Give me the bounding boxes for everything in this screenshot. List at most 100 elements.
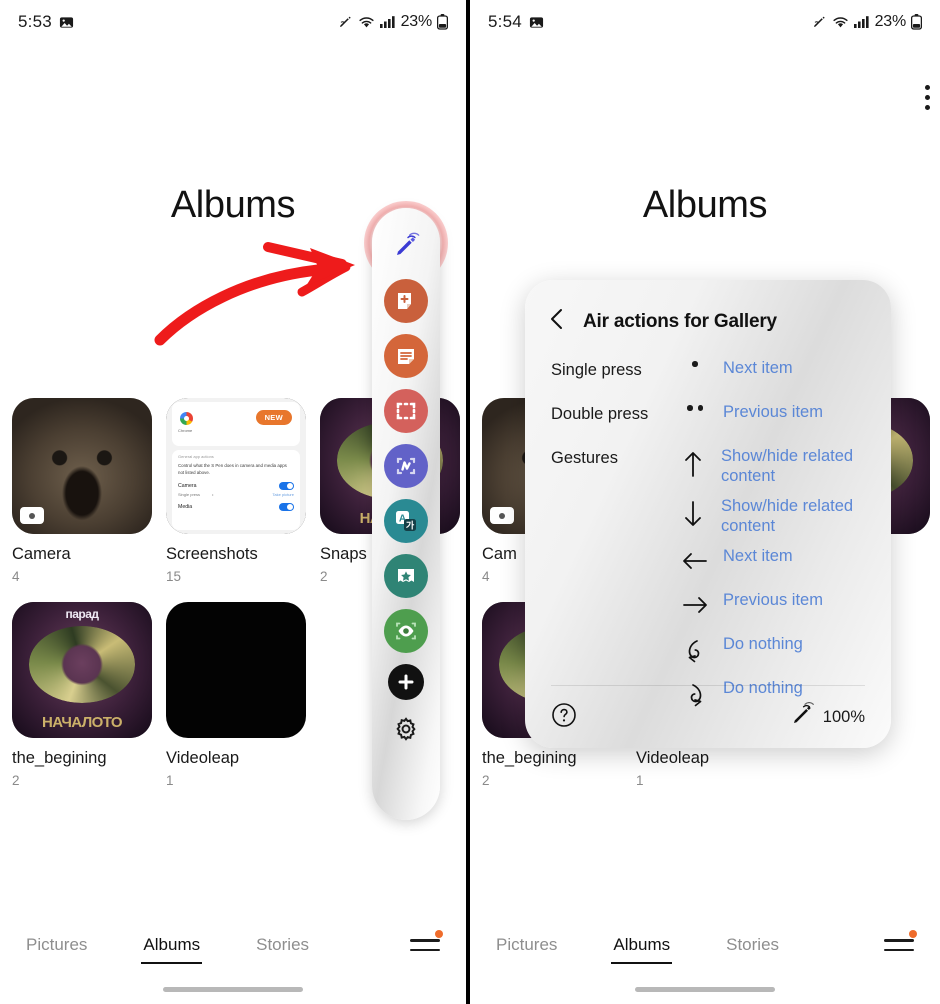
album-item[interactable]: Chrome NEW General app actions Control w…	[166, 398, 306, 584]
air-actions-pen-icon[interactable]	[384, 224, 428, 268]
action-row-gesture-down[interactable]: Show/hide related content	[551, 497, 891, 539]
arrow-up-icon	[666, 447, 721, 479]
album-item[interactable]: Camera 4	[12, 398, 152, 584]
more-options-icon[interactable]	[925, 85, 930, 110]
menu-hamburger-icon[interactable]	[884, 930, 917, 956]
action-value[interactable]: Next item	[723, 547, 793, 567]
help-circle-icon[interactable]	[551, 702, 577, 733]
new-badge: NEW	[255, 410, 292, 425]
action-row-gesture-up[interactable]: Gestures Show/hide related content	[551, 447, 891, 489]
album-count: 1	[636, 773, 644, 788]
create-note-icon[interactable]	[384, 279, 428, 323]
action-row-gesture-right[interactable]: Previous item	[551, 591, 891, 627]
tab-stories[interactable]: Stories	[256, 935, 309, 955]
album-count: 4	[12, 569, 20, 584]
album-thumbnail[interactable]	[166, 602, 306, 738]
smart-select-icon[interactable]	[384, 389, 428, 433]
gallery-icon	[59, 15, 74, 30]
album-name: the_begining	[482, 749, 577, 767]
dragon-poster: парад НАЧАЛОТО	[12, 602, 152, 738]
battery-percent: 23%	[400, 13, 433, 30]
signal-icon	[379, 15, 396, 29]
two-dots-icon	[667, 403, 723, 411]
album-name: the_begining	[12, 749, 107, 767]
chrome-icon	[180, 412, 193, 425]
battery-icon	[436, 14, 449, 30]
arrow-right-icon	[667, 591, 723, 617]
album-thumbnail[interactable]	[12, 398, 152, 534]
translate-icon[interactable]: A 가	[384, 499, 428, 543]
arrow-down-icon	[666, 497, 721, 529]
camera-badge-icon	[20, 507, 44, 524]
wifi-icon	[832, 15, 849, 30]
tab-albums-label: Albums	[143, 935, 201, 954]
page-title: Albums	[642, 184, 768, 226]
dialog-title: Air actions for Gallery	[583, 310, 777, 332]
settings-screenshot-thumb: Chrome NEW General app actions Control w…	[166, 398, 306, 534]
album-thumbnail[interactable]: парад НАЧАЛОТО	[12, 602, 152, 738]
tab-albums[interactable]: Albums	[141, 935, 203, 964]
spen-battery-percent: 100%	[822, 707, 865, 726]
battery-percent: 23%	[874, 13, 907, 30]
action-value[interactable]: Show/hide related content	[721, 447, 891, 487]
tab-stories[interactable]: Stories	[726, 935, 779, 955]
action-label: Double press	[551, 405, 649, 423]
tab-albums[interactable]: Albums	[611, 935, 673, 964]
action-row-double-press[interactable]: Double press Previous item	[551, 403, 891, 439]
menu-notification-dot	[435, 930, 443, 938]
settings-gear-icon[interactable]	[388, 711, 424, 747]
action-value[interactable]: Previous item	[723, 591, 823, 611]
album-count: 2	[12, 773, 20, 788]
tab-pictures[interactable]: Pictures	[26, 935, 87, 955]
album-count: 1	[166, 773, 174, 788]
right-phone-screen: 5:54 23% Albums Cam 4 the_begining 2 Vid…	[470, 0, 940, 1004]
menu-hamburger-icon[interactable]	[410, 930, 443, 956]
status-time: 5:54	[488, 12, 522, 31]
gallery-icon	[529, 15, 544, 30]
one-dot-icon	[667, 359, 723, 367]
action-value[interactable]: Next item	[723, 359, 793, 379]
active-tab-underline	[141, 961, 203, 964]
album-count: 15	[166, 569, 182, 584]
album-item[interactable]: Videoleap 1	[166, 602, 306, 788]
add-shortcut-icon[interactable]	[388, 664, 424, 700]
spen-battery-icon	[789, 701, 815, 733]
album-thumbnail[interactable]: Chrome NEW General app actions Control w…	[166, 398, 306, 534]
view-notes-icon[interactable]	[384, 334, 428, 378]
action-label	[551, 679, 667, 681]
status-bar-right: 5:54 23%	[470, 0, 940, 44]
air-actions-list: Single press Next item Double press Prev…	[525, 337, 891, 715]
action-value[interactable]: Previous item	[723, 403, 823, 423]
back-chevron-icon[interactable]	[547, 306, 567, 337]
status-time: 5:53	[18, 12, 52, 31]
action-label	[551, 547, 667, 549]
left-phone-screen: 5:53 23% Albums Camera 4 Chrome NEW Gene…	[0, 0, 470, 1004]
action-value[interactable]: Show/hide related content	[721, 497, 891, 537]
battery-icon	[910, 14, 923, 30]
active-tab-underline	[611, 961, 673, 964]
bottom-nav-left: Pictures Albums Stories	[0, 912, 466, 1004]
action-row-gesture-left[interactable]: Next item	[551, 547, 891, 583]
ar-doodle-icon[interactable]	[384, 554, 428, 598]
screen-write-icon[interactable]	[384, 444, 428, 488]
tab-pictures[interactable]: Pictures	[496, 935, 557, 955]
home-indicator	[163, 987, 303, 992]
action-label	[551, 635, 667, 637]
wifi-icon	[358, 15, 375, 30]
album-count: 2	[482, 773, 490, 788]
arrow-left-icon	[667, 547, 723, 573]
air-actions-dialog: Air actions for Gallery Single press Nex…	[525, 280, 891, 748]
bixby-vision-icon[interactable]	[384, 609, 428, 653]
tab-albums-label: Albums	[613, 935, 671, 954]
action-label: Single press	[551, 361, 642, 379]
svg-text:가: 가	[406, 520, 415, 531]
air-command-menu: A 가	[372, 208, 440, 820]
action-value[interactable]: Do nothing	[723, 635, 803, 655]
dual-screenshot-comparison: 5:53 23% Albums Camera 4 Chrome NEW Gene…	[0, 0, 940, 1004]
bottom-nav-right: Pictures Albums Stories	[470, 912, 940, 1004]
swirl-ccw-icon	[667, 635, 723, 667]
album-item[interactable]: парад НАЧАЛОТО the_begining 2	[12, 602, 152, 788]
home-indicator	[635, 987, 775, 992]
action-row-single-press[interactable]: Single press Next item	[551, 359, 891, 395]
action-row-gesture-swirl-ccw[interactable]: Do nothing	[551, 635, 891, 671]
